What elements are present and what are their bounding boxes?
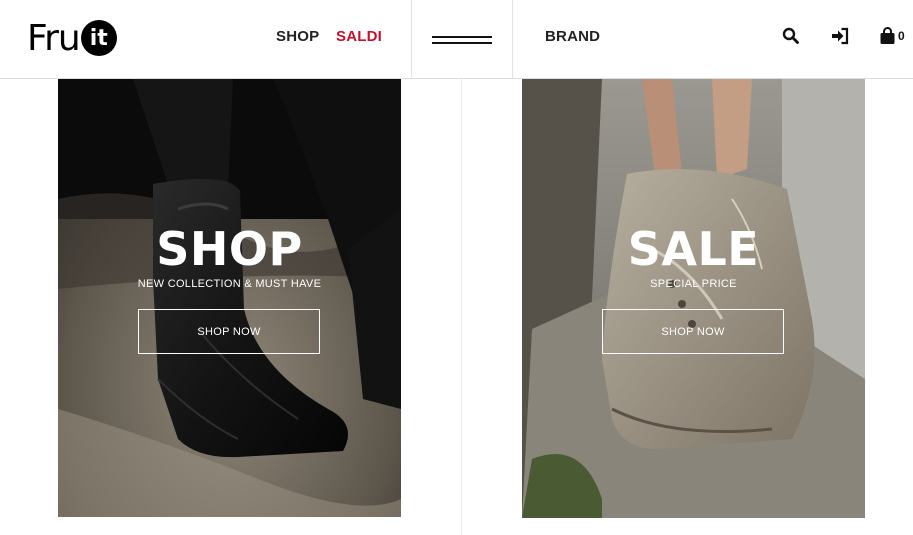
shopping-bag-icon[interactable] [879,27,899,47]
nav-shop-link[interactable]: SHOP [276,28,319,45]
shop-title: SHOP [156,222,303,276]
sale-boot-photo [522,79,865,518]
content-divider [461,79,462,535]
login-icon[interactable] [831,27,851,47]
search-icon[interactable] [782,27,802,47]
header-divider [512,0,513,79]
menu-button[interactable] [412,0,512,79]
fruit-logo[interactable]: Fru it [27,17,117,59]
sale-title: SALE [627,222,760,276]
site-header: Fru it SHOP SALDI BRAND 0 [0,0,913,79]
shop-boot-photo [58,79,401,517]
shop-now-button[interactable]: SHOP NOW [602,309,784,354]
shop-now-button[interactable]: SHOP NOW [138,309,320,354]
cart-count-badge: 0 [898,29,905,43]
logo-badge: it [80,20,117,56]
nav-brand-link[interactable]: BRAND [545,28,600,45]
sale-panel[interactable]: SALE SPECIAL PRICE SHOP NOW [522,79,865,518]
shop-panel[interactable]: SHOP NEW COLLECTION & MUST HAVE SHOP NOW [58,79,401,517]
shop-subtitle: NEW COLLECTION & MUST HAVE [137,278,322,290]
menu-icon [432,32,492,48]
sale-subtitle: SPECIAL PRICE [650,278,737,290]
nav-saldi-link[interactable]: SALDI [336,28,382,45]
logo-text: Fru [27,17,81,59]
